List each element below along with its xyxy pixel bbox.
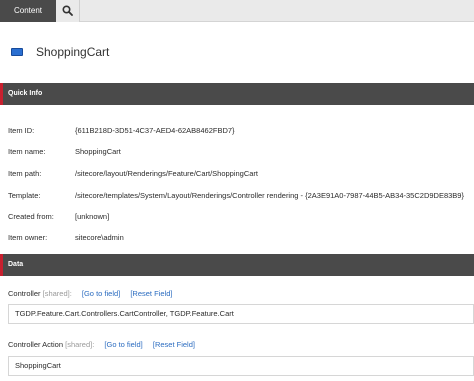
field-shared-marker: [shared]:	[42, 289, 72, 298]
section-header-data[interactable]: Data	[0, 254, 474, 276]
field-shared-marker: [shared]:	[65, 340, 95, 349]
quick-info-label: Item owner:	[8, 233, 48, 242]
field-label-controller-action: Controller Action [shared]: [Go to field…	[8, 340, 195, 349]
quick-info-row-item-owner: Item owner: sitecore\admin	[8, 233, 474, 245]
search-icon	[62, 5, 73, 16]
quick-info-value[interactable]: /sitecore/templates/System/Layout/Render…	[75, 191, 464, 200]
tab-content[interactable]: Content	[0, 0, 56, 22]
quick-info-value: ShoppingCart	[75, 147, 121, 156]
quick-info-label: Template:	[8, 191, 41, 200]
quick-info-label: Item path:	[8, 169, 42, 178]
quick-info-row-item-id: Item ID: {611B218D-3D51-4C37-AED4-62AB84…	[8, 126, 474, 138]
quick-info-label: Item ID:	[8, 126, 35, 135]
field-label-controller: Controller [shared]: [Go to field] [Rese…	[8, 289, 172, 298]
reset-field-link[interactable]: [Reset Field]	[130, 289, 172, 298]
field-name: Controller	[8, 289, 41, 298]
quick-info-row-template: Template: /sitecore/templates/System/Lay…	[8, 191, 474, 203]
go-to-field-link[interactable]: [Go to field]	[104, 340, 142, 349]
field-name: Controller Action	[8, 340, 64, 349]
quick-info-value: /sitecore/layout/Renderings/Feature/Cart…	[75, 169, 259, 178]
quick-info-row-item-path: Item path: /sitecore/layout/Renderings/F…	[8, 169, 474, 181]
quick-info-value: [unknown]	[75, 212, 110, 221]
quick-info-row-created-from: Created from: [unknown]	[8, 212, 474, 224]
go-to-field-link[interactable]: [Go to field]	[82, 289, 120, 298]
editor-tab-bar: Content	[0, 0, 474, 22]
rendering-item-icon	[11, 48, 23, 56]
controller-field-input[interactable]: TGDP.Feature.Cart.Controllers.CartContro…	[8, 304, 474, 324]
quick-info-value: {611B218D-3D51-4C37-AED4-62AB8462FBD7}	[75, 126, 235, 135]
quick-info-value: sitecore\admin	[75, 233, 124, 242]
controller-action-field-input[interactable]: ShoppingCart	[8, 356, 474, 376]
section-header-quick-info[interactable]: Quick Info	[0, 83, 474, 105]
quick-info-label: Item name:	[8, 147, 46, 156]
reset-field-link[interactable]: [Reset Field]	[153, 340, 195, 349]
item-title: ShoppingCart	[36, 45, 110, 59]
quick-info-row-item-name: Item name: ShoppingCart	[8, 147, 474, 159]
tab-search[interactable]	[56, 0, 80, 22]
quick-info-label: Created from:	[8, 212, 54, 221]
